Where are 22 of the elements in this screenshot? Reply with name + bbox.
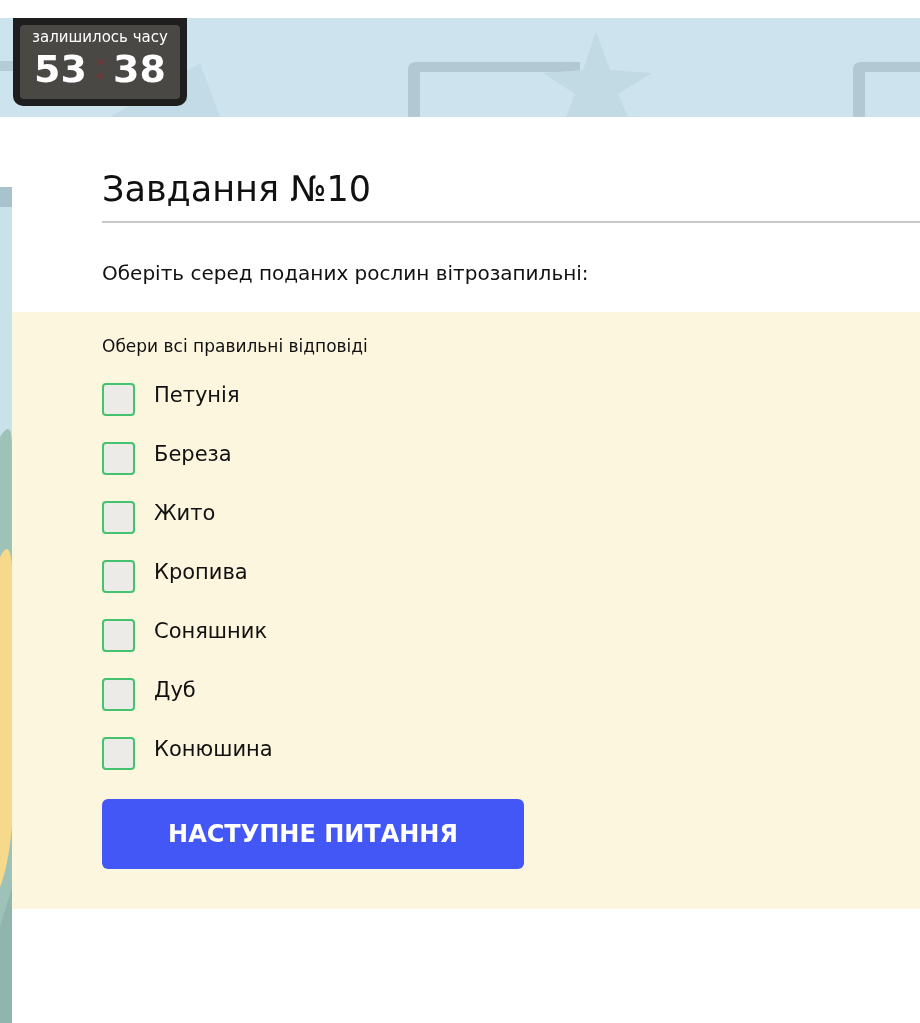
- option-label[interactable]: Петунія: [154, 379, 240, 412]
- option-label[interactable]: Кропива: [154, 556, 248, 589]
- checkbox[interactable]: [102, 501, 135, 534]
- checkbox[interactable]: [102, 678, 135, 711]
- checkbox[interactable]: [102, 737, 135, 770]
- checkbox[interactable]: [102, 383, 135, 416]
- timer-seconds: 38: [113, 47, 166, 91]
- checkbox[interactable]: [102, 442, 135, 475]
- next-question-button[interactable]: НАСТУПНЕ ПИТАННЯ: [102, 799, 524, 869]
- question-text: Оберіть серед поданих рослин вітрозапильні:: [102, 260, 590, 287]
- colon-dots-icon: [97, 57, 103, 81]
- checkbox[interactable]: [102, 619, 135, 652]
- option-label[interactable]: Жито: [154, 497, 216, 530]
- timer-minutes: 53: [34, 47, 87, 91]
- option-label[interactable]: Конюшина: [154, 733, 273, 766]
- instruction-text: Обери всі правильні відповіді: [102, 335, 369, 358]
- option-label[interactable]: Береза: [154, 438, 232, 471]
- task-title: Завдання №10: [102, 168, 373, 211]
- timer-caption: залишилось часу: [32, 27, 168, 47]
- checkbox[interactable]: [102, 560, 135, 593]
- option-label[interactable]: Соняшник: [154, 615, 268, 648]
- option-label[interactable]: Дуб: [154, 674, 196, 707]
